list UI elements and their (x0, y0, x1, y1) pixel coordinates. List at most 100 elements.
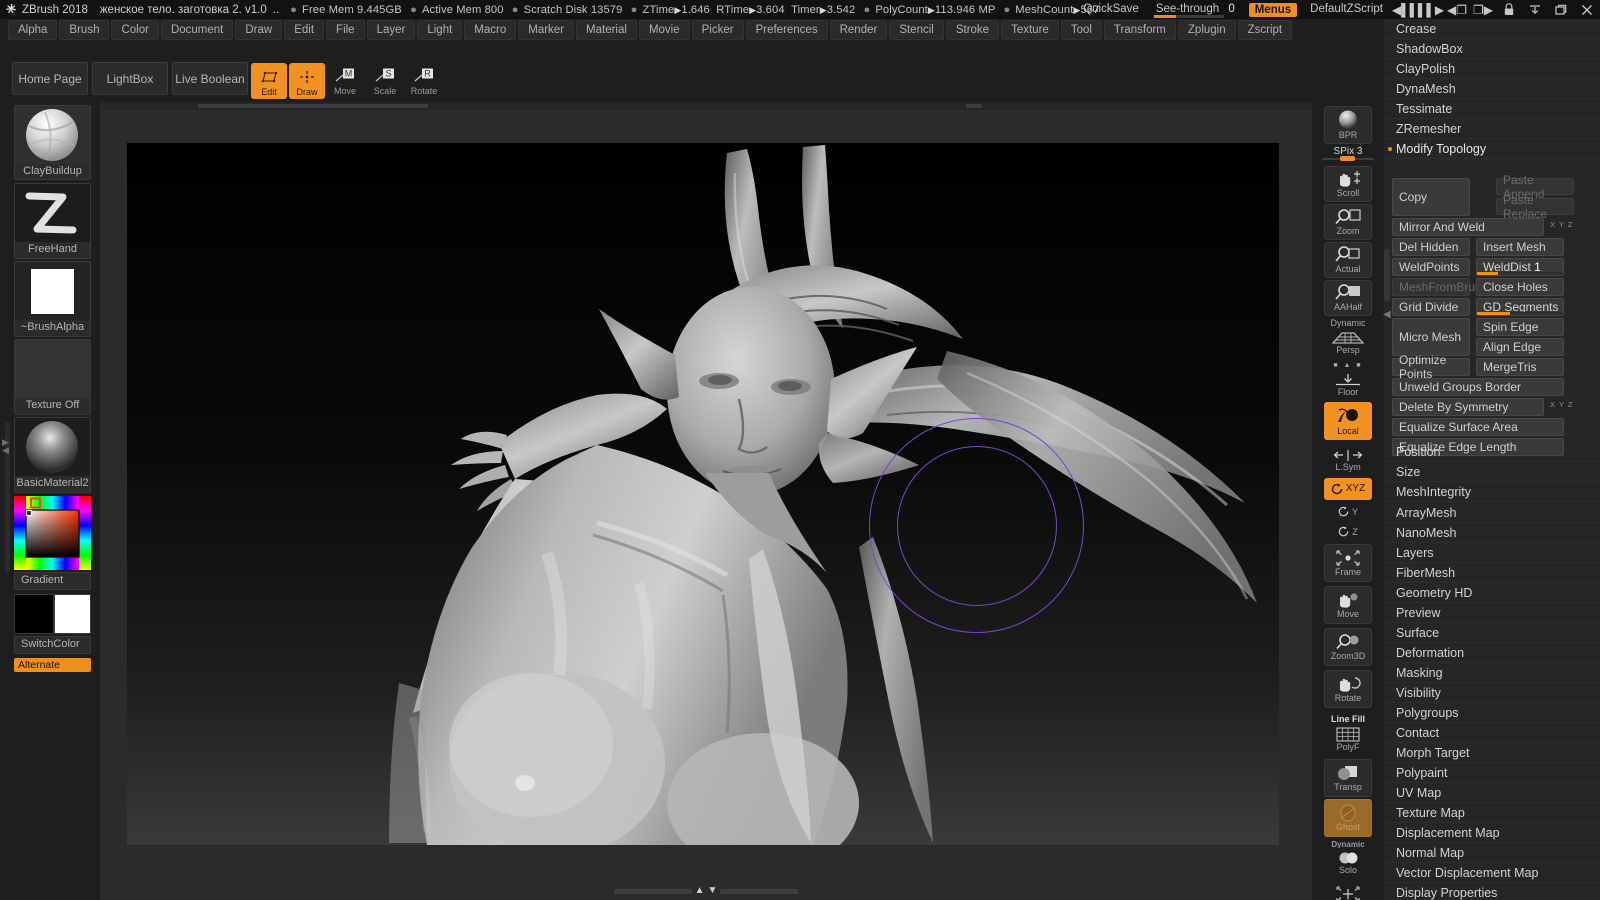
section-morph-target[interactable]: Morph Target (1384, 743, 1600, 763)
current-brush-slot[interactable]: ClayBuildup (14, 105, 91, 180)
spin-edge-button[interactable]: Spin Edge (1476, 318, 1564, 336)
menu-item-texture[interactable]: Texture (1001, 20, 1059, 40)
menu-item-brush[interactable]: Brush (59, 20, 110, 40)
alternate-button[interactable]: Alternate (14, 658, 91, 672)
menu-item-picker[interactable]: Picker (691, 20, 744, 40)
section-masking[interactable]: Masking (1384, 663, 1600, 683)
move-3d-button[interactable]: Move (1324, 586, 1372, 624)
menu-item-preferences[interactable]: Preferences (745, 20, 828, 40)
micro-mesh-button[interactable]: Micro Mesh (1392, 318, 1470, 356)
see-through-slider[interactable]: See-through 0 (1148, 0, 1245, 19)
spix-slider[interactable]: SPix 3 (1322, 146, 1374, 164)
section-zremesher[interactable]: ZRemesher (1384, 119, 1600, 139)
document-canvas[interactable] (127, 143, 1279, 845)
section-vector-displacement-map[interactable]: Vector Displacement Map (1384, 863, 1600, 883)
menu-item-movie[interactable]: Movie (638, 20, 690, 40)
actual-button[interactable]: Actual (1324, 242, 1372, 278)
section-position[interactable]: Position (1384, 442, 1600, 462)
color-picker[interactable] (14, 496, 91, 570)
section-size[interactable]: Size (1384, 462, 1600, 482)
color-swatches[interactable] (14, 594, 91, 634)
section-tessimate[interactable]: Tessimate (1384, 99, 1600, 119)
rotate-mode-button[interactable]: R Rotate (406, 63, 442, 99)
section-nanomesh[interactable]: NanoMesh (1384, 523, 1600, 543)
secondary-color-swatch[interactable] (54, 594, 91, 634)
y-axis-button[interactable]: Y (1324, 502, 1372, 522)
menus-toggle-button[interactable]: Menus (1248, 2, 1298, 17)
section-shadowbox[interactable]: ShadowBox (1384, 39, 1600, 59)
section-uv-map[interactable]: UV Map (1384, 783, 1600, 803)
menu-item-draw[interactable]: Draw (235, 20, 283, 40)
section-geometry-hd[interactable]: Geometry HD (1384, 583, 1600, 603)
section-polypaint[interactable]: Polypaint (1384, 763, 1600, 783)
zscript-label[interactable]: DefaultZScript (1301, 0, 1392, 19)
menu-item-light[interactable]: Light (417, 20, 463, 40)
mirror-weld-axis-tags[interactable]: X Y Z (1550, 220, 1573, 229)
menu-item-file[interactable]: File (326, 20, 365, 40)
current-texture-slot[interactable]: Texture Off (14, 339, 91, 415)
lock-icon[interactable] (1496, 0, 1522, 19)
minimize-icon[interactable] (1522, 0, 1548, 19)
section-crease[interactable]: Crease (1384, 19, 1600, 39)
section-surface[interactable]: Surface (1384, 623, 1600, 643)
section-meshintegrity[interactable]: MeshIntegrity (1384, 482, 1600, 502)
section-displacement-map[interactable]: Displacement Map (1384, 823, 1600, 843)
section-texture-map[interactable]: Texture Map (1384, 803, 1600, 823)
scroll-button[interactable]: Scroll (1324, 166, 1372, 202)
home-page-button[interactable]: Home Page (12, 62, 88, 95)
section-normal-map[interactable]: Normal Map (1384, 843, 1600, 863)
insert-mesh-button[interactable]: Insert Mesh (1476, 238, 1564, 256)
delete-by-symmetry-axis-tags[interactable]: X Y Z (1550, 400, 1573, 409)
section-layers[interactable]: Layers (1384, 543, 1600, 563)
edit-mode-button[interactable]: Edit (251, 63, 287, 99)
section-visibility[interactable]: Visibility (1384, 683, 1600, 703)
menu-item-layer[interactable]: Layer (366, 20, 416, 40)
welddist-slider[interactable]: WeldDist 1 (1476, 258, 1564, 276)
polyframe-button[interactable]: PolyF (1324, 723, 1372, 755)
mergetris-button[interactable]: MergeTris (1476, 358, 1564, 376)
canvas-scroll-down-icon[interactable]: ▼ (708, 886, 718, 896)
section-preview[interactable]: Preview (1384, 603, 1600, 623)
canvas-top-scrollbar[interactable] (100, 102, 1312, 110)
solo-button[interactable]: Solo (1324, 848, 1372, 878)
section-contact[interactable]: Contact (1384, 723, 1600, 743)
menu-item-zplugin[interactable]: Zplugin (1177, 20, 1236, 40)
close-holes-button[interactable]: Close Holes (1476, 278, 1564, 296)
mirror-and-weld-button[interactable]: Mirror And Weld (1392, 218, 1544, 236)
persp-button[interactable]: Persp (1324, 328, 1372, 358)
paste-replace-button[interactable]: Paste Replace (1496, 193, 1574, 221)
live-boolean-button[interactable]: Live Boolean (172, 62, 248, 95)
menu-item-tool[interactable]: Tool (1060, 20, 1102, 40)
grid-divide-button[interactable]: Grid Divide (1392, 298, 1470, 316)
delete-by-symmetry-button[interactable]: Delete By Symmetry (1392, 398, 1544, 416)
section-dynamesh[interactable]: DynaMesh (1384, 79, 1600, 99)
equalize-surface-area-button[interactable]: Equalize Surface Area (1392, 418, 1564, 436)
current-alpha-slot[interactable]: ~BrushAlpha (14, 261, 91, 337)
menu-item-material[interactable]: Material (576, 20, 637, 40)
tool-panel-collapse-arrow-icon[interactable]: ◀ (1383, 309, 1391, 320)
lightbox-button[interactable]: LightBox (92, 62, 168, 95)
menu-item-transform[interactable]: Transform (1103, 20, 1176, 40)
section-fibermesh[interactable]: FiberMesh (1384, 563, 1600, 583)
gd-segments-slider[interactable]: GD Segments 3 (1476, 298, 1564, 316)
section-display-properties[interactable]: Display Properties (1384, 883, 1600, 900)
aahalf-button[interactable]: AAHalf (1324, 280, 1372, 316)
tray-left-icon[interactable]: ◀❐ (1444, 0, 1470, 19)
canvas-area[interactable]: ▲ ▼ (100, 102, 1312, 900)
xyz-button[interactable]: XYZ (1324, 478, 1372, 500)
del-hidden-button[interactable]: Del Hidden (1392, 238, 1470, 256)
menu-item-document[interactable]: Document (160, 20, 234, 40)
zoom-button[interactable]: Zoom (1324, 204, 1372, 240)
draw-mode-button[interactable]: Draw (289, 63, 325, 99)
lsym-button[interactable]: L.Sym (1324, 444, 1372, 476)
shelf-right-arrow-icon[interactable]: ▌▌▶ (1418, 0, 1444, 19)
canvas-scroll-right-strip[interactable] (720, 888, 799, 894)
menu-item-alpha[interactable]: Alpha (8, 20, 58, 40)
section-deformation[interactable]: Deformation (1384, 643, 1600, 663)
align-edge-button[interactable]: Align Edge (1476, 338, 1564, 356)
menu-item-render[interactable]: Render (829, 20, 888, 40)
canvas-scroll-up-icon[interactable]: ▲ (695, 886, 705, 896)
gradient-button[interactable]: Gradient (14, 572, 91, 590)
close-icon[interactable] (1574, 0, 1600, 19)
z-axis-button[interactable]: Z (1324, 522, 1372, 542)
